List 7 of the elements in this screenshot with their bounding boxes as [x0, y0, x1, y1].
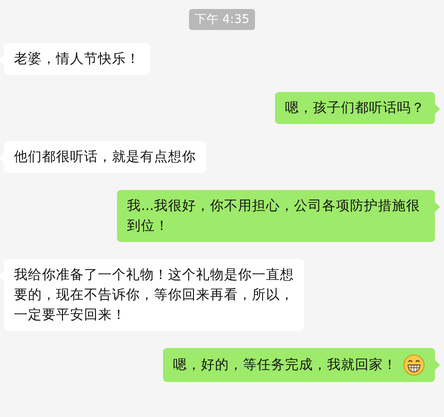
message-text: 嗯，好的，等任务完成，我就回家！	[173, 356, 397, 375]
timestamp: 下午 4:35	[188, 9, 256, 30]
message-text: 嗯，孩子们都听话吗？	[285, 99, 425, 118]
message-text: 老婆，情人节快乐！	[14, 50, 140, 69]
message-text: 我...我很好，你不用担心，公司各项防护措施很到位！	[127, 197, 421, 236]
message-text: 他们都很听话，就是有点想你	[14, 148, 196, 167]
message-text: 我给你准备了一个礼物！这个礼物是你一直想要的，现在不告诉你，等你回来再看，所以，一定要平安回来！	[14, 266, 294, 325]
